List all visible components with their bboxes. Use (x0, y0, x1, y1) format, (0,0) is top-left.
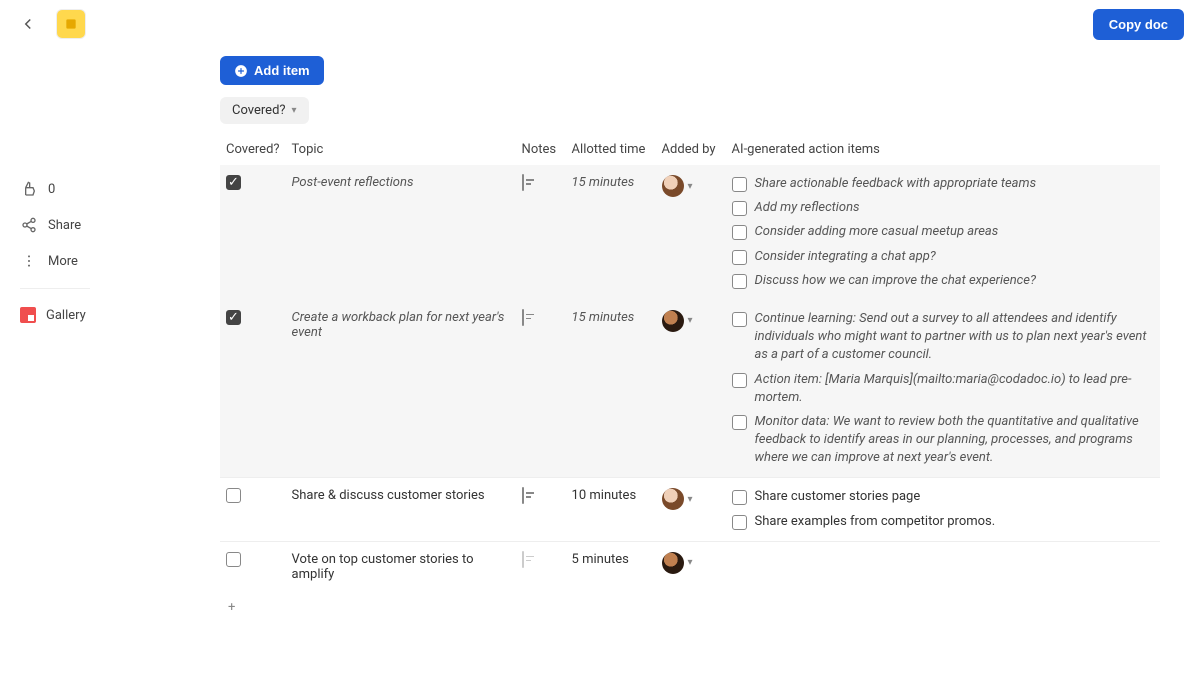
notes-icon[interactable] (522, 174, 524, 191)
more-icon (20, 252, 38, 270)
like-count: 0 (48, 182, 55, 197)
col-covered: Covered? (220, 134, 286, 165)
more-button[interactable]: More (20, 252, 120, 270)
avatar[interactable] (662, 310, 684, 332)
ai-item-text: Share examples from competitor promos. (755, 513, 996, 531)
chevron-down-icon[interactable]: ▾ (688, 315, 693, 326)
ai-action-item: Share actionable feedback with appropria… (732, 175, 1154, 193)
ai-checkbox[interactable] (732, 274, 747, 289)
table-row[interactable]: ✓ Post-event reflections 15 minutes ▾ Share … (220, 165, 1160, 300)
thumbs-up-icon (20, 180, 38, 198)
time-cell: 15 minutes (566, 300, 656, 478)
ai-item-text: Monitor data: We want to review both the… (755, 413, 1154, 468)
back-arrow[interactable] (16, 12, 40, 36)
ai-action-item: Consider adding more casual meetup areas (732, 223, 1154, 241)
notes-icon[interactable] (522, 487, 524, 504)
share-label: Share (48, 218, 81, 233)
add-row-button[interactable]: + (220, 592, 1160, 623)
ai-action-item: Share examples from competitor promos. (732, 513, 1154, 531)
topic-cell: Create a workback plan for next year's e… (286, 300, 516, 478)
share-icon (20, 216, 38, 234)
time-cell: 10 minutes (566, 478, 656, 541)
share-button[interactable]: Share (20, 216, 120, 234)
col-ai: AI-generated action items (726, 134, 1160, 165)
col-time: Allotted time (566, 134, 656, 165)
gallery-icon (20, 307, 36, 323)
ai-checkbox[interactable] (732, 312, 747, 327)
ai-item-text: Consider integrating a chat app? (755, 248, 936, 266)
avatar[interactable] (662, 552, 684, 574)
filter-covered[interactable]: Covered? ▾ (220, 97, 309, 124)
more-label: More (48, 254, 78, 269)
ai-item-text: Consider adding more casual meetup areas (755, 223, 999, 241)
ai-action-item: Add my reflections (732, 199, 1154, 217)
plus-circle-icon (234, 64, 248, 78)
agenda-table: Covered? Topic Notes Allotted time Added… (220, 134, 1160, 592)
ai-checkbox[interactable] (732, 250, 747, 265)
covered-checkbox[interactable] (226, 552, 241, 567)
covered-checkbox[interactable] (226, 488, 241, 503)
ai-item-text: Share customer stories page (755, 488, 921, 506)
avatar[interactable] (662, 175, 684, 197)
topic-cell: Share & discuss customer stories (286, 478, 516, 541)
add-item-button[interactable]: Add item (220, 56, 324, 85)
table-row[interactable]: Share & discuss customer stories 10 minut… (220, 478, 1160, 541)
ai-item-text: Action item: [Maria Marquis](mailto:mari… (755, 371, 1154, 407)
copy-doc-button[interactable]: Copy doc (1093, 9, 1184, 40)
col-topic: Topic (286, 134, 516, 165)
chevron-down-icon[interactable]: ▾ (688, 494, 693, 505)
ai-checkbox[interactable] (732, 515, 747, 530)
covered-checkbox[interactable]: ✓ (226, 310, 241, 325)
col-added: Added by (656, 134, 726, 165)
chevron-down-icon: ▾ (292, 105, 297, 116)
chevron-down-icon[interactable]: ▾ (688, 181, 693, 192)
ai-checkbox[interactable] (732, 177, 747, 192)
chevron-down-icon[interactable]: ▾ (688, 557, 693, 568)
ai-action-item: Continue learning: Send out a survey to … (732, 310, 1154, 365)
like-button[interactable]: 0 (20, 180, 120, 198)
ai-action-item: Action item: [Maria Marquis](mailto:mari… (732, 371, 1154, 407)
table-row[interactable]: ✓ Create a workback plan for next year's … (220, 300, 1160, 478)
ai-checkbox[interactable] (732, 201, 747, 216)
doc-icon[interactable] (56, 9, 86, 39)
ai-action-item: Discuss how we can improve the chat expe… (732, 272, 1154, 290)
topic-cell: Post-event reflections (286, 165, 516, 300)
time-cell: 15 minutes (566, 165, 656, 300)
ai-checkbox[interactable] (732, 373, 747, 388)
gallery-link[interactable]: Gallery (20, 307, 120, 323)
time-cell: 5 minutes (566, 541, 656, 592)
ai-item-text: Continue learning: Send out a survey to … (755, 310, 1154, 365)
gallery-label: Gallery (46, 308, 86, 323)
covered-checkbox[interactable]: ✓ (226, 175, 241, 190)
ai-checkbox[interactable] (732, 225, 747, 240)
ai-checkbox[interactable] (732, 490, 747, 505)
ai-item-text: Share actionable feedback with appropria… (755, 175, 1037, 193)
ai-action-item: Share customer stories page (732, 488, 1154, 506)
notes-icon[interactable] (522, 309, 524, 326)
ai-item-text: Discuss how we can improve the chat expe… (755, 272, 1036, 290)
ai-checkbox[interactable] (732, 415, 747, 430)
col-notes: Notes (516, 134, 566, 165)
notes-icon[interactable] (522, 551, 524, 568)
ai-item-text: Add my reflections (755, 199, 860, 217)
topic-cell: Vote on top customer stories to amplify (286, 541, 516, 592)
table-row[interactable]: Vote on top customer stories to amplify 5… (220, 541, 1160, 592)
ai-action-item: Monitor data: We want to review both the… (732, 413, 1154, 468)
ai-action-item: Consider integrating a chat app? (732, 248, 1154, 266)
avatar[interactable] (662, 488, 684, 510)
